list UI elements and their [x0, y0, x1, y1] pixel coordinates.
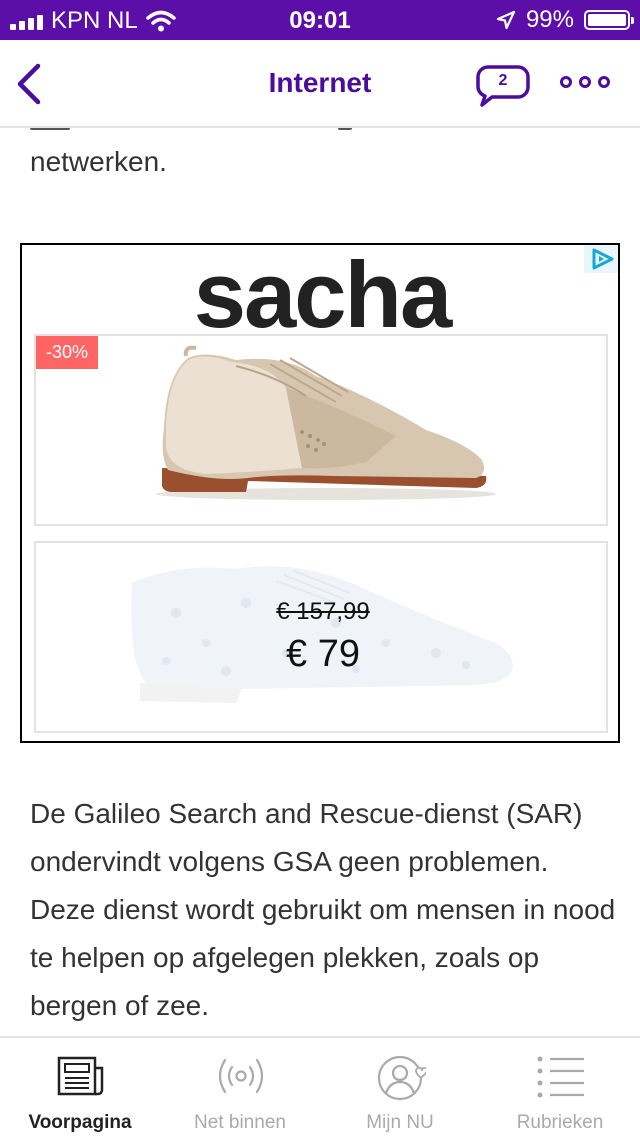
- tab-label: Mijn NU: [366, 1112, 434, 1133]
- broadcast-icon: [218, 1058, 264, 1094]
- article-paragraph-1: netwerken.: [30, 146, 167, 177]
- tab-mijn-nu[interactable]: Mijn NU: [320, 1038, 480, 1138]
- status-bar: KPN NL 09:01 99%: [0, 0, 640, 40]
- profile-heart-icon: [377, 1055, 426, 1101]
- new-price: € 79: [286, 633, 360, 675]
- battery-percent: 99%: [525, 6, 574, 33]
- product-card-1[interactable]: -30%: [34, 334, 608, 526]
- old-price: € 157,99: [276, 598, 370, 625]
- comment-count: 2: [498, 72, 508, 89]
- advertisement[interactable]: sacha -30% € 157,99 € 79: [20, 242, 620, 743]
- location-arrow-icon: [496, 10, 516, 30]
- tab-net-binnen[interactable]: Net binnen: [160, 1038, 320, 1138]
- shoe-image: [156, 345, 496, 500]
- tab-label: Voorpagina: [28, 1112, 132, 1133]
- brand-logo: sacha: [193, 242, 453, 347]
- page-title: Internet: [268, 67, 372, 98]
- article-paragraph-2: De Galileo Search and Rescue-dienst (SAR…: [30, 798, 616, 1021]
- product-card-2[interactable]: € 157,99 € 79: [34, 541, 608, 733]
- battery-icon: [584, 10, 634, 30]
- tab-bar: Voorpagina Net binnen Mijn NU Rubrieken: [0, 1036, 640, 1136]
- clipped-text-line: [0, 128, 640, 138]
- more-button[interactable]: [560, 76, 610, 88]
- more-dots-icon: [560, 76, 572, 88]
- tab-voorpagina[interactable]: Voorpagina: [0, 1038, 160, 1138]
- nav-bar: Internet 2: [0, 40, 640, 128]
- list-icon: [537, 1056, 584, 1098]
- tab-label: Net binnen: [194, 1112, 286, 1133]
- tab-rubrieken[interactable]: Rubrieken: [480, 1038, 640, 1138]
- tab-label: Rubrieken: [516, 1112, 604, 1133]
- status-right: 99%: [496, 6, 634, 34]
- newspaper-icon: [57, 1056, 104, 1096]
- comments-button[interactable]: 2: [476, 64, 530, 108]
